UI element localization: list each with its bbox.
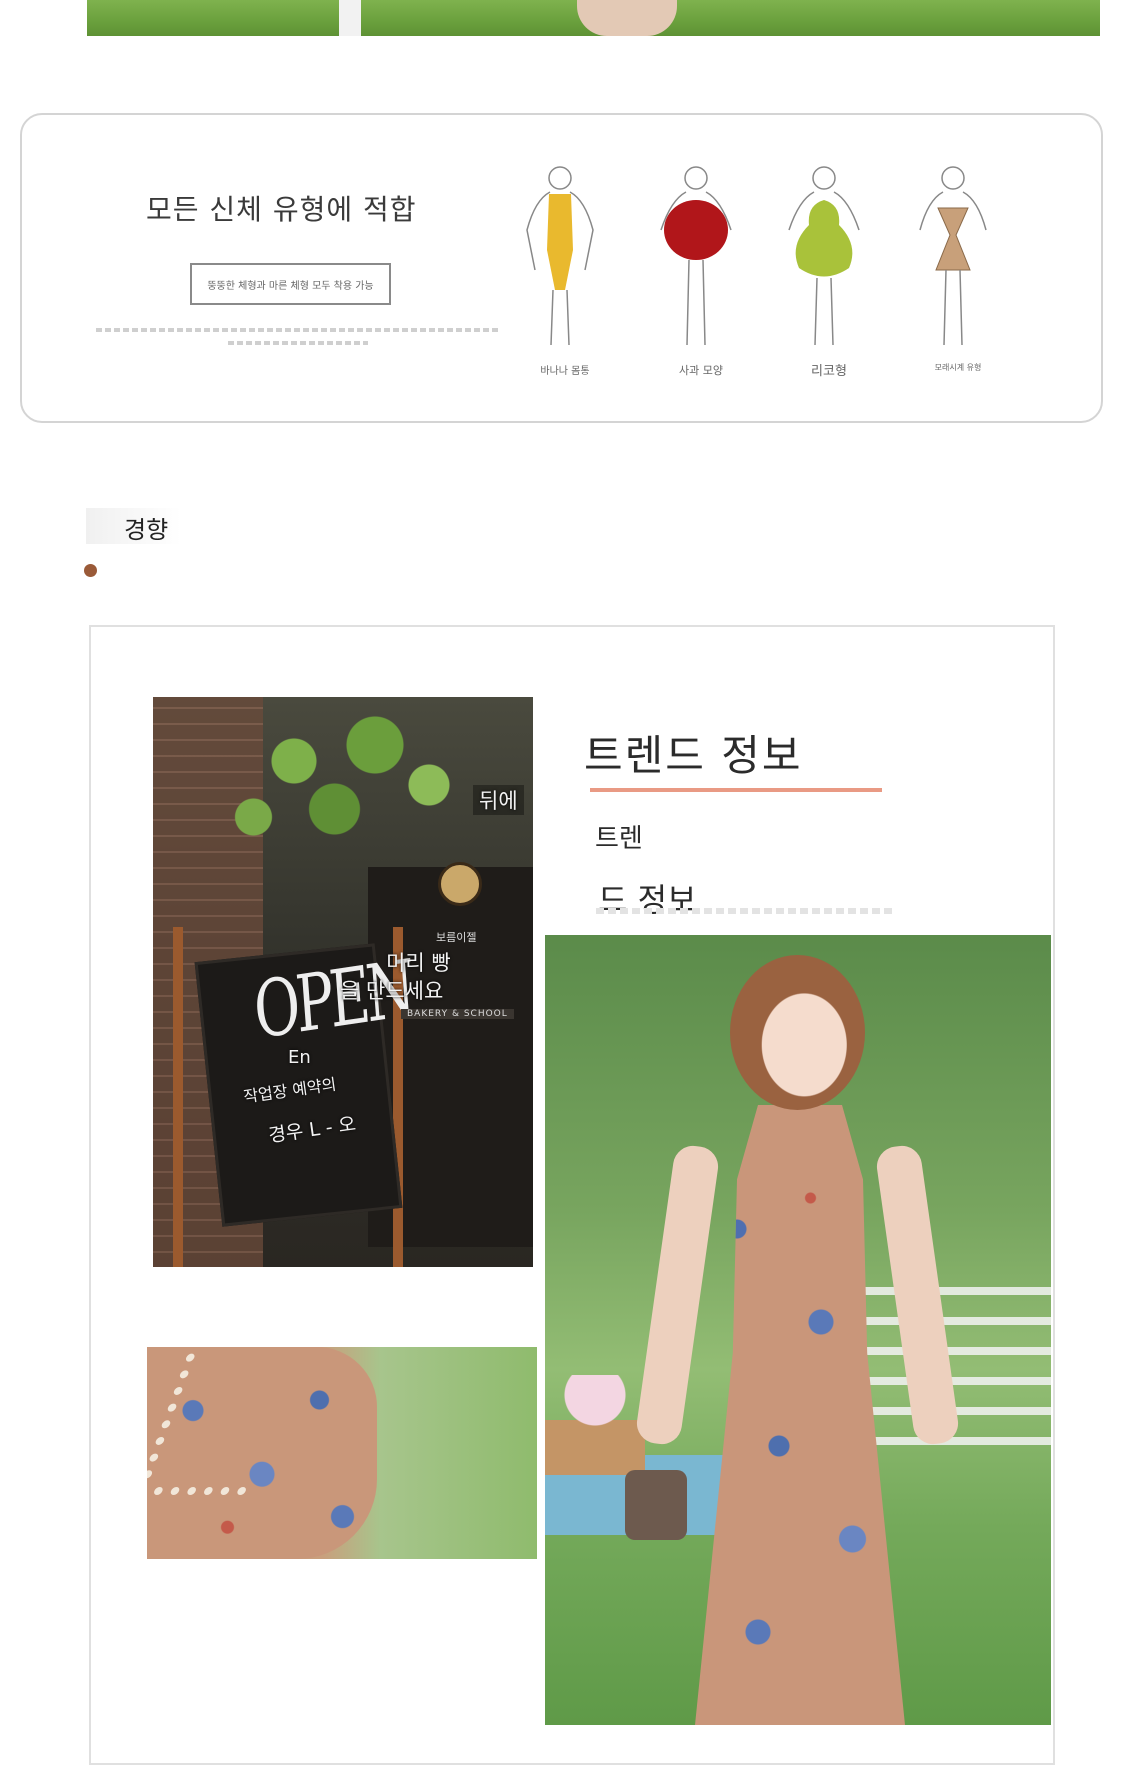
sign-small: En	[288, 1047, 311, 1068]
sign-back-label: 뒤에	[473, 785, 524, 815]
pear-body-icon	[779, 160, 869, 350]
model-arm-left	[634, 1143, 721, 1447]
caption-line-2: 을 만드세요	[340, 979, 444, 1003]
apple-body-icon	[651, 160, 741, 350]
caption-small: 보름이젤	[436, 931, 477, 944]
section-tab-label: 경향	[124, 516, 169, 544]
trend-sub-line-1: 트렌	[595, 824, 643, 854]
dress-closeup-photo	[147, 1347, 537, 1559]
shop-name: BAKERY & SCHOOL	[401, 1009, 514, 1019]
model-photo	[545, 935, 1051, 1725]
hanging-leaves	[213, 697, 483, 857]
trend-title: 트렌드 정보	[584, 731, 803, 780]
photo-dress-hem	[577, 0, 677, 36]
flower-basket	[545, 1375, 645, 1475]
banana-body-icon	[515, 160, 605, 350]
model-head	[730, 955, 865, 1110]
caption-line-1: 미리 빵	[386, 951, 451, 975]
trend-sub-fine-print	[596, 908, 896, 914]
body-type-subtitle-box: 뚱뚱한 체형과 마른 체형 모두 착용 가능	[190, 263, 391, 305]
fine-print-line	[96, 328, 500, 332]
body-type-title: 모든 신체 유형에 적합	[146, 193, 417, 226]
body-type-label: 바나나 몸통	[540, 366, 590, 377]
trend-sub-line-2: 드 정보	[598, 881, 697, 919]
hourglass-body-icon	[908, 160, 998, 350]
body-type-label: 리코형	[811, 364, 847, 379]
bakery-photo: OPEN 뒤에 보름이젤 미리 빵 을 만드세요 BAKERY & SCHOOL…	[153, 697, 533, 1267]
handbag	[625, 1470, 687, 1540]
body-type-label: 사과 모양	[679, 364, 723, 377]
white-fence	[865, 1275, 1051, 1445]
body-type-label: 모래시계 유형	[934, 363, 982, 372]
top-photo-strip	[87, 0, 1100, 36]
section-dot	[84, 564, 97, 577]
clock-icon	[438, 862, 482, 906]
trend-title-underline	[590, 788, 882, 792]
body-type-subtitle: 뚱뚱한 체형과 마른 체형 모두 착용 가능	[207, 280, 374, 292]
fine-print-line	[228, 341, 368, 345]
photo-pole	[339, 0, 361, 36]
